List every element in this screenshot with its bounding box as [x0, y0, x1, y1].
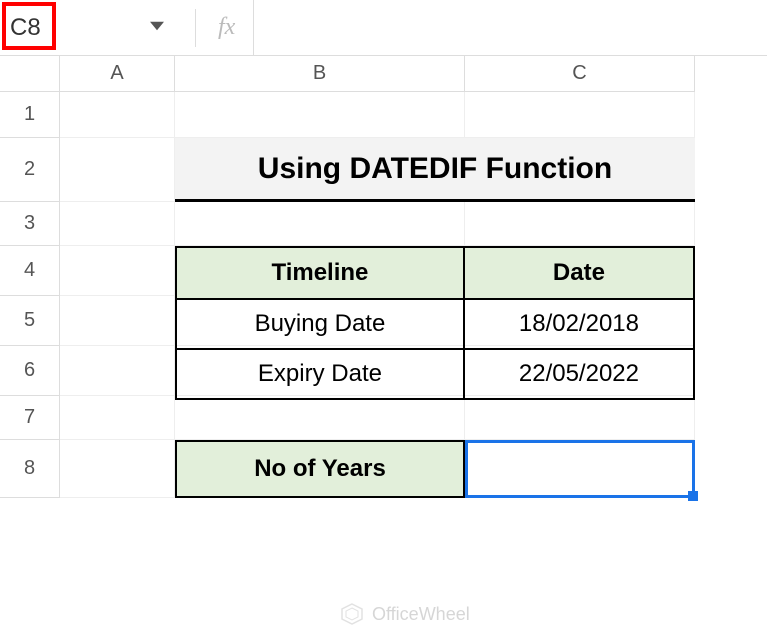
row-header-4[interactable]: 4: [0, 246, 60, 296]
cell-A2[interactable]: [60, 138, 175, 202]
row-header-2[interactable]: 2: [0, 138, 60, 202]
formula-input[interactable]: [253, 0, 767, 55]
name-box-container: [0, 0, 195, 55]
cell-A3[interactable]: [60, 202, 175, 246]
row-header-1[interactable]: 1: [0, 92, 60, 138]
fx-icon[interactable]: fx: [196, 14, 253, 41]
cell-date-0[interactable]: 18/02/2018: [465, 300, 693, 348]
table-row: Buying Date 18/02/2018: [177, 298, 693, 348]
cell-A4[interactable]: [60, 246, 175, 296]
cell-C1[interactable]: [465, 92, 695, 138]
grid-area: 1 2 3 4 5 6 7 8 Using DATEDIF Function T…: [0, 92, 767, 498]
select-all-corner[interactable]: [0, 56, 60, 92]
header-date[interactable]: Date: [465, 248, 693, 298]
data-table: Timeline Date Buying Date 18/02/2018 Exp…: [175, 246, 695, 400]
sheet-body[interactable]: Using DATEDIF Function Timeline Date Buy…: [60, 92, 695, 498]
row-header-3[interactable]: 3: [0, 202, 60, 246]
table-header-row: Timeline Date: [177, 248, 693, 298]
cell-C7[interactable]: [465, 396, 695, 440]
cell-C8[interactable]: [465, 440, 695, 498]
cell-timeline-1[interactable]: Expiry Date: [177, 350, 465, 398]
column-header-row: A B C: [0, 56, 767, 92]
cell-timeline-0[interactable]: Buying Date: [177, 300, 465, 348]
row-headers: 1 2 3 4 5 6 7 8: [0, 92, 60, 498]
header-timeline[interactable]: Timeline: [177, 248, 465, 298]
cell-B1[interactable]: [175, 92, 465, 138]
row-header-8[interactable]: 8: [0, 440, 60, 498]
years-label[interactable]: No of Years: [175, 440, 465, 498]
row-header-5[interactable]: 5: [0, 296, 60, 346]
logo-icon: [340, 602, 364, 626]
page-title[interactable]: Using DATEDIF Function: [175, 138, 695, 202]
table-row: Expiry Date 22/05/2022: [177, 348, 693, 398]
col-header-C[interactable]: C: [465, 56, 695, 92]
formula-bar: fx: [0, 0, 767, 56]
name-box-dropdown-icon[interactable]: [150, 19, 164, 36]
row-header-6[interactable]: 6: [0, 346, 60, 396]
col-header-A[interactable]: A: [60, 56, 175, 92]
cell-A7[interactable]: [60, 396, 175, 440]
col-header-B[interactable]: B: [175, 56, 465, 92]
watermark-text: OfficeWheel: [372, 604, 470, 625]
cell-A8[interactable]: [60, 440, 175, 498]
cell-A6[interactable]: [60, 346, 175, 396]
cell-B3[interactable]: [175, 202, 465, 246]
cell-A5[interactable]: [60, 296, 175, 346]
name-box[interactable]: [10, 14, 150, 42]
cell-A1[interactable]: [60, 92, 175, 138]
watermark: OfficeWheel: [340, 602, 470, 626]
cell-C3[interactable]: [465, 202, 695, 246]
cell-B7[interactable]: [175, 396, 465, 440]
row-header-7[interactable]: 7: [0, 396, 60, 440]
cell-date-1[interactable]: 22/05/2022: [465, 350, 693, 398]
